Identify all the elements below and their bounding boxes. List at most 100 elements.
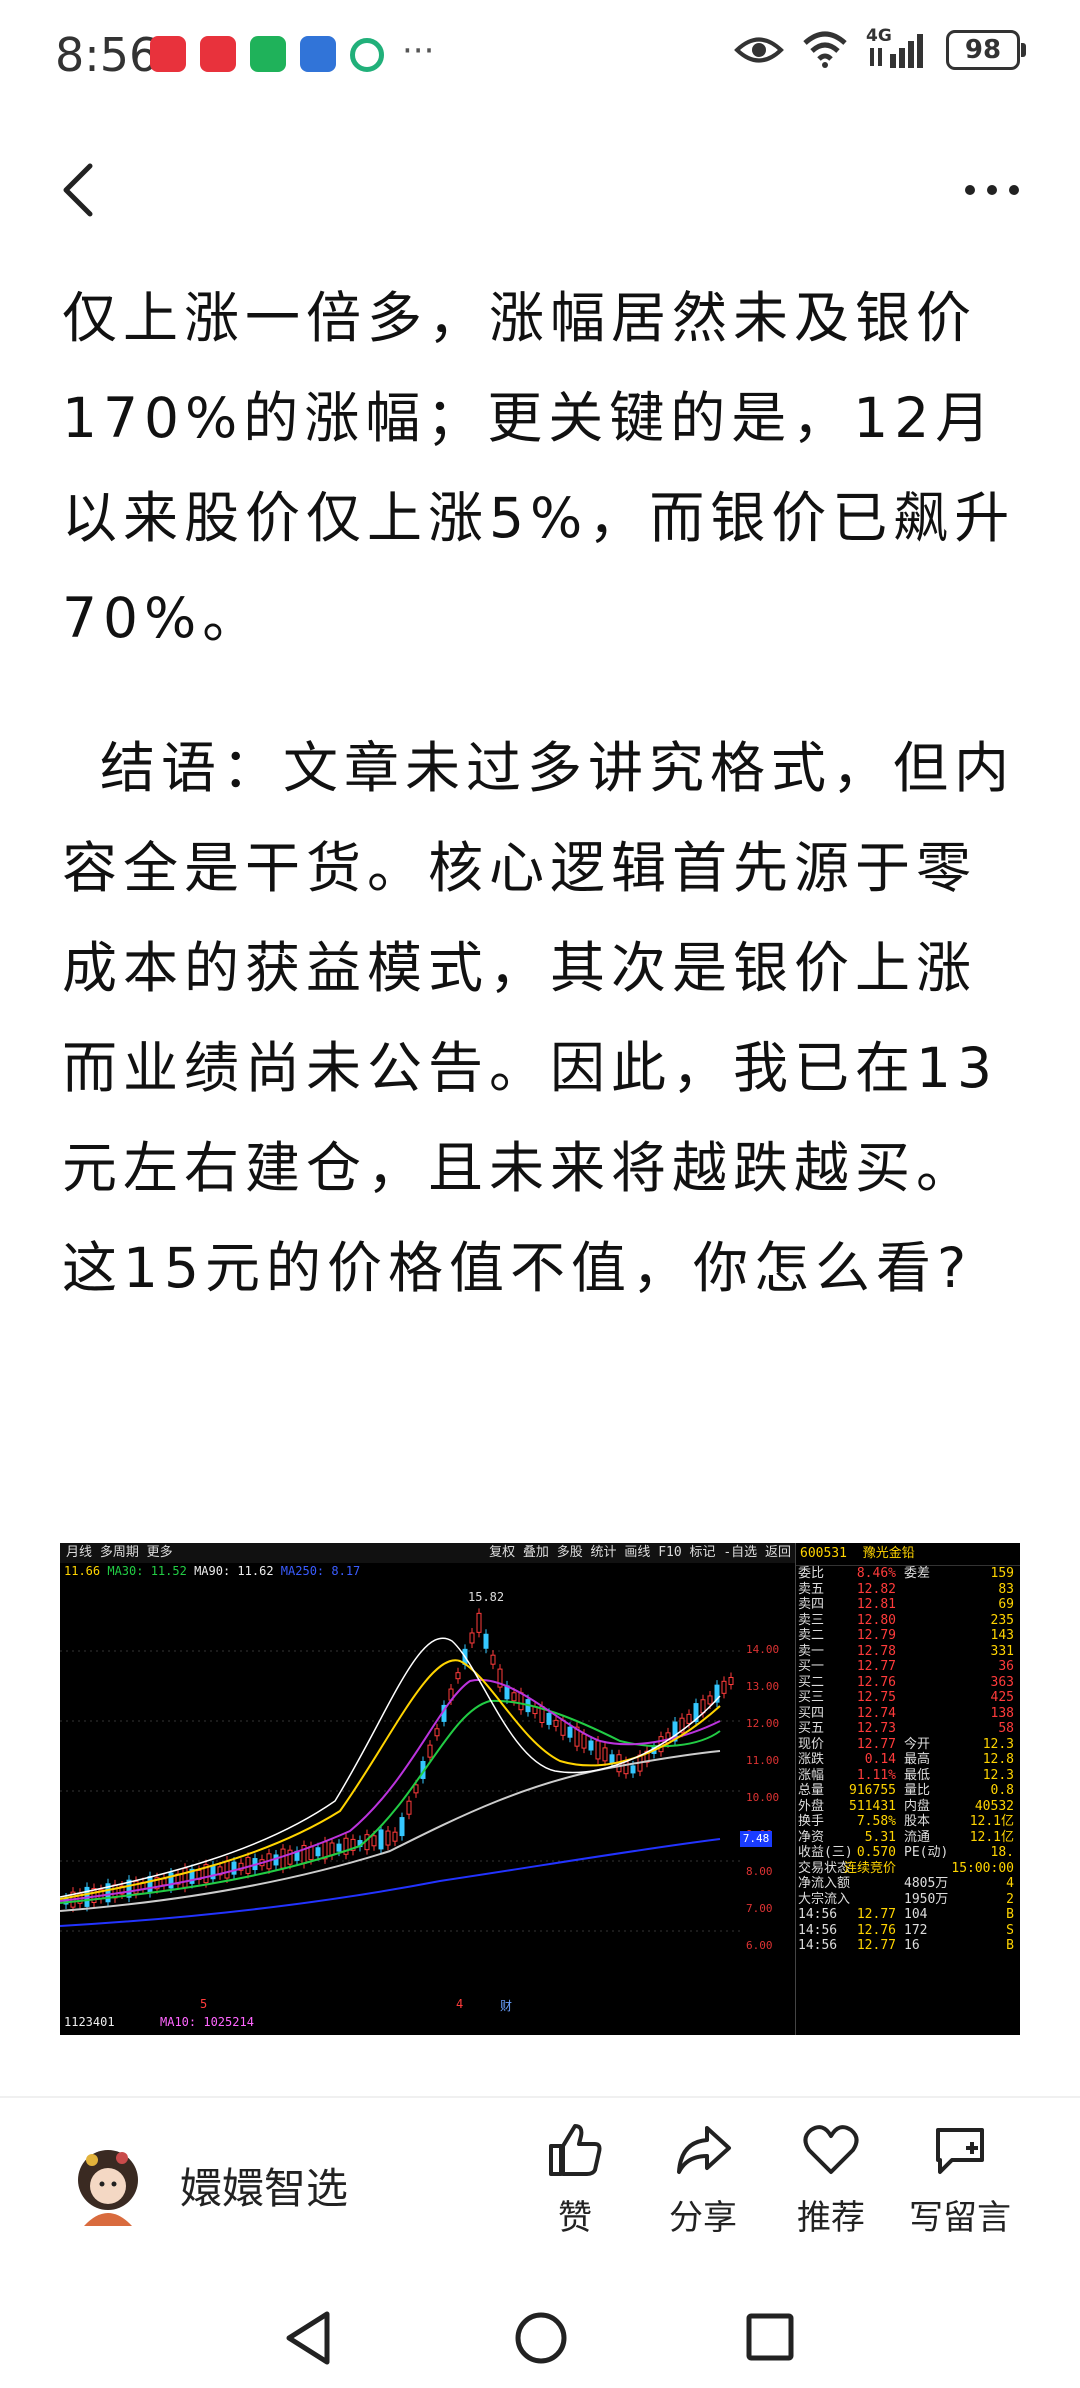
quote-value-2: 2 (1006, 1891, 1014, 1907)
quote-row: 委比 8.46% 委差 159 (796, 1566, 1020, 1582)
price-tick-label: 11.00 (746, 1754, 780, 1767)
quote-label: 卖一 (798, 1643, 825, 1659)
quote-value (834, 1892, 896, 1908)
quote-value-2: 36 (998, 1659, 1014, 1674)
candle-body (707, 1695, 713, 1705)
candle-body (483, 1633, 489, 1649)
ma-legend: 11.66 MA30: 11.52 MA90: 11.62 MA250: 8.1… (64, 1563, 360, 1579)
current-price-tag: 7.48 (740, 1831, 772, 1847)
candles (63, 1608, 734, 1913)
price-tick-label: 14.00 (746, 1643, 780, 1656)
candle-body (588, 1740, 594, 1751)
quote-value: 12.80 (856, 1612, 896, 1628)
quote-row: 14:56 12.77 16 B (796, 1938, 1020, 1954)
chart-marker: 5 (200, 1997, 208, 2011)
quote-value: 12.77 (856, 1907, 896, 1922)
candle-body (182, 1867, 188, 1888)
quote-label: 交易状态 (798, 1860, 851, 1876)
quote-row: 净资 5.31 流通 12.1亿 (796, 1830, 1020, 1846)
candle-body (315, 1847, 321, 1857)
quote-label: 14:56 (798, 1922, 838, 1938)
quote-value-2: 83 (998, 1581, 1014, 1597)
quote-label-2 (896, 1721, 944, 1737)
quote-value-2: S (1006, 1922, 1014, 1938)
quote-value: 0.14 (864, 1752, 896, 1767)
chart-toolbar: 月线 多周期 更多 复权 叠加 多股 统计 画线 F10 标记 -自选 返回 (60, 1543, 795, 1563)
quote-value-2: 15:00:00 (951, 1860, 1014, 1876)
more-options-button[interactable] (962, 170, 1022, 210)
candle-body (553, 1719, 559, 1727)
candle-body (406, 1800, 412, 1815)
candle-body (567, 1726, 573, 1738)
quote-row: 换手 7.58% 股本 12.1亿 (796, 1814, 1020, 1830)
candle-body (455, 1672, 461, 1680)
candle-body (413, 1784, 419, 1794)
candle-body (161, 1878, 167, 1886)
chart-tool-buttons: 复权 叠加 多股 统计 画线 F10 标记 -自选 返回 (489, 1545, 791, 1560)
quote-row: 买五 12.73 58 (796, 1721, 1020, 1737)
ma250-value: MA250: 8.17 (280, 1564, 361, 1578)
quote-value-2: 18. (990, 1845, 1014, 1860)
eye-icon (734, 37, 784, 63)
chart-marker: 财 (500, 1999, 513, 2013)
author-name[interactable]: 嬛嬛智选 (180, 2155, 348, 2216)
ma30-line (60, 1699, 721, 1904)
candle-body (224, 1860, 230, 1879)
candle-body (728, 1677, 734, 1685)
ma10-value: 11.66 (64, 1564, 101, 1578)
quote-value: 12.77 (856, 1659, 896, 1674)
quote-value-2: 12.3 (982, 1767, 1014, 1783)
quote-value: 12.81 (856, 1597, 896, 1612)
quote-value-2: 58 (998, 1721, 1014, 1736)
quote-label-2: 最高 (904, 1752, 931, 1767)
phone-notification-icon (250, 36, 286, 72)
candle-body (630, 1765, 636, 1774)
comment-button[interactable]: 写留言 (900, 2120, 1020, 2239)
quote-label: 涨幅 (798, 1767, 825, 1783)
nav-recents-button[interactable] (745, 2312, 795, 2362)
volume-ma-value: MA10: 1025214 (160, 2015, 254, 2029)
article-body: 仅上涨一倍多，涨幅居然未及银价170%的涨幅；更关键的是，12月以来股价仅上涨5… (62, 268, 1022, 1318)
article-paragraph: 仅上涨一倍多，涨幅居然未及银价170%的涨幅；更关键的是，12月以来股价仅上涨5… (62, 286, 1016, 650)
quote-row: 外盘 511431 内盘 40532 (796, 1799, 1020, 1815)
comment-add-icon (936, 2128, 984, 2174)
quote-label-2: 16 (904, 1938, 920, 1953)
quote-row: 卖一 12.78 331 (796, 1644, 1020, 1660)
candle-body (371, 1835, 377, 1847)
candle-body (546, 1712, 552, 1725)
quote-row: 现价 12.77 今开 12.3 (796, 1737, 1020, 1753)
nav-back-button[interactable] (283, 2310, 333, 2366)
nav-home-button[interactable] (513, 2310, 569, 2366)
candle-body (686, 1713, 692, 1724)
quote-label: 换手 (798, 1814, 825, 1829)
quote-value-2: 331 (990, 1643, 1014, 1659)
recommend-button[interactable]: 推荐 (771, 2120, 891, 2239)
quote-label: 买一 (798, 1659, 825, 1674)
footer-divider (0, 2096, 1080, 2098)
stock-chart-image[interactable]: 月线 多周期 更多 复权 叠加 多股 统计 画线 F10 标记 -自选 返回 1… (60, 1543, 1020, 2035)
like-label: 赞 (558, 2198, 592, 2238)
price-tick-label: 13.00 (746, 1680, 780, 1693)
back-button[interactable] (58, 160, 98, 220)
comment-label: 写留言 (909, 2198, 1011, 2238)
battery-icon: 98 (946, 30, 1026, 70)
quote-label-2: 今开 (904, 1736, 931, 1752)
candle-body (385, 1830, 391, 1846)
quote-label: 卖二 (798, 1628, 825, 1643)
share-button[interactable]: 分享 (643, 2120, 763, 2239)
like-button[interactable]: 赞 (515, 2120, 635, 2239)
candle-body (231, 1861, 237, 1875)
quote-value: 511431 (849, 1798, 896, 1814)
quote-label-2 (896, 1597, 944, 1613)
quote-label: 14:56 (798, 1938, 838, 1953)
quote-value: 0.570 (856, 1845, 896, 1860)
quote-value: 12.74 (856, 1705, 896, 1721)
price-tick-label: 6.00 (746, 1939, 773, 1952)
candle-body (280, 1848, 286, 1869)
quote-row: 卖二 12.79 143 (796, 1628, 1020, 1644)
candle-body (602, 1747, 608, 1762)
candle-body (609, 1754, 615, 1764)
quote-value: 12.75 (856, 1690, 896, 1705)
author-avatar[interactable] (70, 2140, 146, 2232)
app-notification-icon (300, 36, 336, 72)
